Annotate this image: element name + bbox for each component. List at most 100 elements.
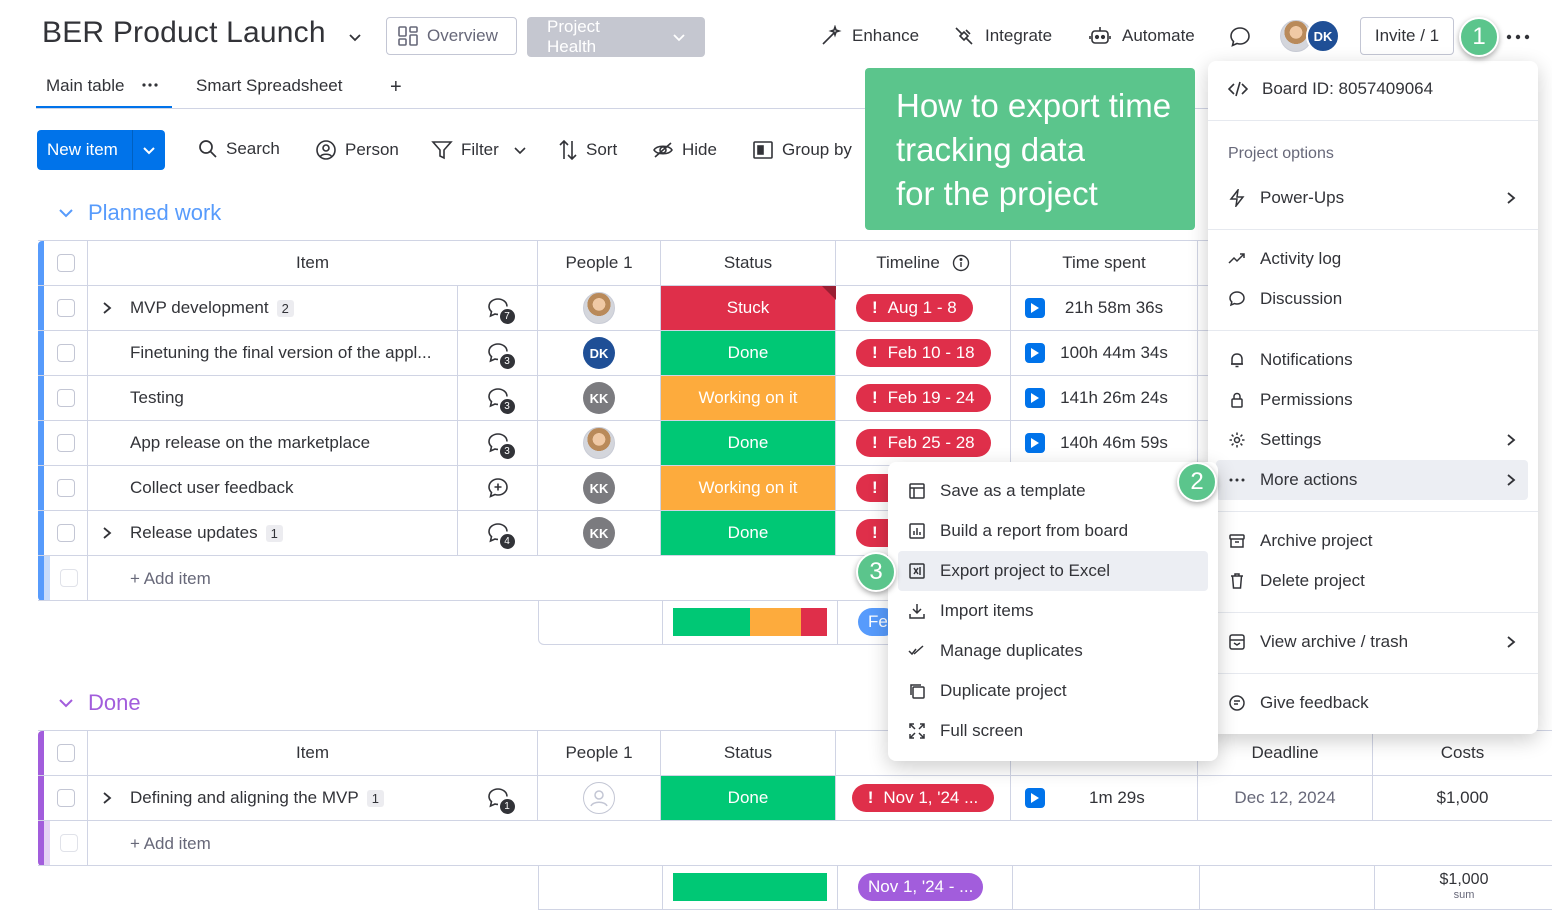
menu-item-full-screen[interactable]: Full screen xyxy=(908,721,1023,741)
row-checkbox-cell[interactable] xyxy=(44,331,88,375)
updates-cell[interactable]: 7 xyxy=(458,286,538,330)
filter-button[interactable]: Filter xyxy=(431,139,527,161)
play-icon[interactable] xyxy=(1025,788,1045,808)
status-cell[interactable]: Done xyxy=(661,331,836,375)
status-summary-bar[interactable] xyxy=(673,608,827,636)
menu-item-duplicate-project[interactable]: Duplicate project xyxy=(908,681,1067,701)
row-checkbox[interactable] xyxy=(57,434,75,452)
menu-item-archive-project[interactable]: Archive project xyxy=(1228,531,1372,551)
row-checkbox-cell[interactable] xyxy=(44,511,88,555)
person-cell[interactable]: KK xyxy=(538,511,661,555)
status-summary-bar[interactable] xyxy=(673,873,827,901)
person-avatar[interactable] xyxy=(583,292,615,324)
updates-cell[interactable]: 3 xyxy=(458,376,538,420)
header-checkbox-cell[interactable] xyxy=(44,241,88,285)
item-name[interactable]: Release updates xyxy=(130,523,258,543)
item-name[interactable]: Collect user feedback xyxy=(130,478,293,498)
updates-icon[interactable]: 4 xyxy=(485,521,511,545)
person-avatar[interactable]: DK xyxy=(583,337,615,369)
menu-item-more-actions[interactable]: More actions xyxy=(1228,470,1518,490)
group-by-button[interactable]: Group by xyxy=(752,139,852,161)
group-title-planned-work[interactable]: Planned work xyxy=(88,200,221,226)
item-name-cell[interactable]: Finetuning the final version of the appl… xyxy=(88,331,458,375)
project-health-button[interactable]: Project Health xyxy=(527,17,705,57)
row-checkbox[interactable] xyxy=(57,524,75,542)
info-icon[interactable] xyxy=(952,254,970,272)
expand-subitems-chevron-icon[interactable] xyxy=(100,301,114,315)
subitem-count-badge[interactable]: 1 xyxy=(367,790,384,807)
item-name-cell[interactable]: Collect user feedback xyxy=(88,466,458,510)
more-options-icon[interactable] xyxy=(1504,28,1532,46)
time-tracking-cell[interactable]: 100h 44m 34s xyxy=(1011,331,1198,375)
sort-button[interactable]: Sort xyxy=(558,139,617,161)
hide-button[interactable]: Hide xyxy=(652,139,717,161)
updates-icon[interactable]: 3 xyxy=(485,341,511,365)
menu-item-activity-log[interactable]: Activity log xyxy=(1228,249,1341,269)
person-avatar[interactable] xyxy=(583,427,615,459)
row-checkbox-cell[interactable] xyxy=(44,776,88,820)
person-filter-button[interactable]: Person xyxy=(315,139,399,161)
updates-icon[interactable]: 1 xyxy=(485,786,511,810)
costs-cell[interactable]: $1,000 xyxy=(1373,776,1552,820)
tab-main-table[interactable]: Main table xyxy=(46,76,124,96)
column-header-people[interactable]: People 1 xyxy=(538,241,661,285)
status-cell[interactable]: Working on it xyxy=(661,466,836,510)
group-collapse-chevron-icon[interactable] xyxy=(58,695,74,711)
row-checkbox[interactable] xyxy=(57,789,75,807)
group-header-done[interactable]: Done xyxy=(58,690,141,716)
column-header-time-spent[interactable]: Time spent xyxy=(1011,241,1198,285)
column-header-status[interactable]: Status xyxy=(661,731,836,775)
row-checkbox[interactable] xyxy=(57,344,75,362)
updates-cell[interactable] xyxy=(458,466,538,510)
tab-more-icon[interactable] xyxy=(140,78,160,92)
item-name-cell[interactable]: Testing xyxy=(88,376,458,420)
table-row[interactable]: MVP development27Stuck!Aug 1 - 821h 58m … xyxy=(38,286,1210,331)
new-item-button[interactable]: New item xyxy=(37,130,165,170)
row-checkbox-cell[interactable] xyxy=(44,376,88,420)
updates-cell[interactable]: 4 xyxy=(458,511,538,555)
person-cell[interactable] xyxy=(538,286,661,330)
menu-item-view-archive[interactable]: View archive / trash xyxy=(1228,632,1518,652)
column-header-item[interactable]: Item xyxy=(88,731,538,775)
integrate-button[interactable]: Integrate xyxy=(953,25,1052,47)
column-header-costs[interactable]: Costs xyxy=(1373,731,1552,775)
status-cell[interactable]: Working on it xyxy=(661,376,836,420)
person-cell[interactable]: DK xyxy=(538,331,661,375)
select-all-checkbox[interactable] xyxy=(57,254,75,272)
person-cell[interactable] xyxy=(538,776,661,820)
person-avatar[interactable]: KK xyxy=(583,517,615,549)
enhance-button[interactable]: Enhance xyxy=(820,25,919,47)
updates-bubble-icon[interactable] xyxy=(1228,25,1252,49)
play-icon[interactable] xyxy=(1025,388,1045,408)
header-checkbox-cell[interactable] xyxy=(44,731,88,775)
play-icon[interactable] xyxy=(1025,433,1045,453)
row-checkbox[interactable] xyxy=(57,479,75,497)
column-header-deadline[interactable]: Deadline xyxy=(1198,731,1373,775)
updates-cell[interactable]: 3 xyxy=(458,331,538,375)
person-avatar[interactable]: KK xyxy=(583,382,615,414)
timeline-cell[interactable]: !Feb 19 - 24 xyxy=(836,376,1011,420)
row-checkbox-cell[interactable] xyxy=(44,421,88,465)
column-header-item[interactable]: Item xyxy=(88,241,538,285)
table-row[interactable]: Defining and aligning the MVP 1 1 Done !… xyxy=(38,776,1552,821)
menu-item-export-excel[interactable]: Export project to Excel xyxy=(908,561,1110,581)
timeline-cell[interactable]: !Feb 25 - 28 xyxy=(836,421,1011,465)
item-name[interactable]: MVP development xyxy=(130,298,269,318)
column-header-timeline[interactable]: Timeline xyxy=(836,241,1011,285)
column-header-status[interactable]: Status xyxy=(661,241,836,285)
item-name[interactable]: Finetuning the final version of the appl… xyxy=(130,343,431,363)
menu-item-settings[interactable]: Settings xyxy=(1228,430,1518,450)
group-title-done[interactable]: Done xyxy=(88,690,141,716)
group-collapse-chevron-icon[interactable] xyxy=(58,205,74,221)
updates-cell[interactable]: 1 xyxy=(458,776,538,820)
menu-item-power-ups[interactable]: Power-Ups xyxy=(1228,188,1518,208)
user-avatar-dk[interactable]: DK xyxy=(1306,19,1340,53)
item-name-cell[interactable]: App release on the marketplace xyxy=(88,421,458,465)
time-tracking-cell[interactable]: 1m 29s xyxy=(1011,776,1198,820)
add-item-input[interactable]: + Add item xyxy=(130,556,211,601)
row-checkbox[interactable] xyxy=(57,299,75,317)
filter-chevron-icon[interactable] xyxy=(513,143,527,157)
status-cell[interactable]: Stuck xyxy=(661,286,836,330)
table-row[interactable]: Finetuning the final version of the appl… xyxy=(38,331,1210,376)
expand-subitems-chevron-icon[interactable] xyxy=(100,526,114,540)
